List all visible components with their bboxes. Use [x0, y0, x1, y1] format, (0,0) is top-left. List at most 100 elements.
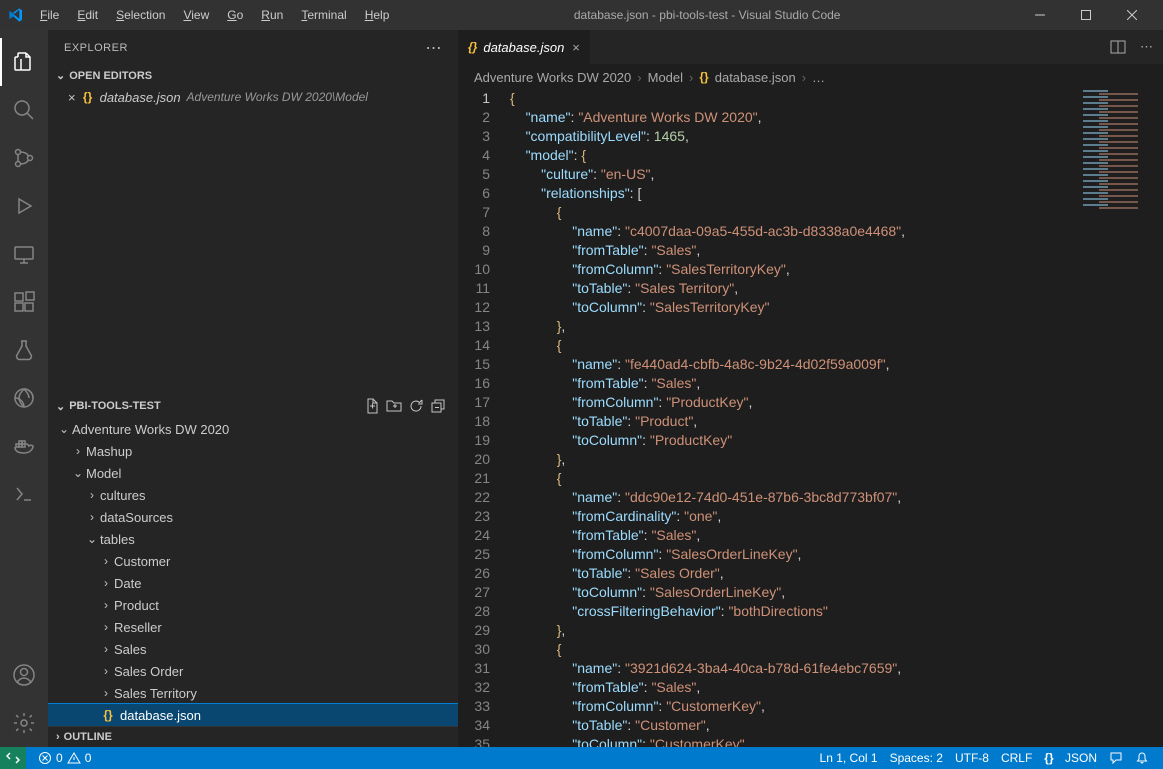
activity-extensions-icon[interactable] — [0, 278, 48, 326]
tree-item[interactable]: ⌄Model — [48, 462, 458, 484]
activity-console-icon[interactable] — [0, 470, 48, 518]
tree-item[interactable]: {} database.json — [48, 704, 458, 726]
tree-item[interactable]: ›Sales Territory — [48, 682, 458, 704]
menu-file[interactable]: File — [32, 4, 67, 26]
chevron-icon: › — [98, 576, 114, 590]
activity-source-control-icon[interactable] — [0, 134, 48, 182]
activity-remote-explorer-icon[interactable] — [0, 230, 48, 278]
status-bell-icon[interactable] — [1129, 751, 1155, 765]
tree-item[interactable]: ›Reseller — [48, 616, 458, 638]
chevron-icon: › — [98, 620, 114, 634]
menu-run[interactable]: Run — [253, 4, 291, 26]
tree-item[interactable]: ›Sales Order — [48, 660, 458, 682]
code-content[interactable]: { "name": "Adventure Works DW 2020", "co… — [504, 89, 1163, 747]
menu-edit[interactable]: Edit — [69, 4, 106, 26]
activity-docker-icon[interactable] — [0, 422, 48, 470]
chevron-icon: ⌄ — [70, 466, 86, 480]
tree-item[interactable]: ›Product — [48, 594, 458, 616]
chevron-icon: › — [84, 510, 100, 524]
window-title: database.json - pbi-tools-test - Visual … — [397, 8, 1017, 22]
editor-area: {} database.json × ⋯ Adventure Works DW … — [458, 30, 1163, 747]
status-feedback-icon[interactable] — [1103, 751, 1129, 765]
status-spaces[interactable]: Spaces: 2 — [884, 751, 949, 765]
tree-item[interactable]: ›cultures — [48, 484, 458, 506]
tree-item-label: cultures — [100, 488, 146, 503]
tree-item[interactable]: ⌄tables — [48, 528, 458, 550]
activity-search-icon[interactable] — [0, 86, 48, 134]
breadcrumbs[interactable]: Adventure Works DW 2020› Model› {} datab… — [458, 65, 1163, 89]
menu-view[interactable]: View — [175, 4, 217, 26]
new-file-icon[interactable] — [364, 398, 380, 414]
status-position[interactable]: Ln 1, Col 1 — [814, 751, 884, 765]
explorer-more-icon[interactable]: ⋯ — [426, 38, 443, 58]
tree-item[interactable]: ›Sales — [48, 638, 458, 660]
tree-item[interactable]: ›Customer — [48, 550, 458, 572]
activity-settings-icon[interactable] — [0, 699, 48, 747]
chevron-icon: ⌄ — [56, 422, 72, 436]
open-editor-filename: database.json — [100, 90, 181, 105]
activity-explorer-icon[interactable] — [0, 38, 48, 86]
activity-bar — [0, 30, 48, 747]
editor-tab-database[interactable]: {} database.json × — [458, 30, 591, 65]
json-file-icon: {} — [100, 708, 116, 722]
tree-item-label: Sales Order — [114, 664, 183, 679]
breadcrumb-item[interactable]: Model — [648, 70, 683, 85]
status-encoding[interactable]: UTF-8 — [949, 751, 995, 765]
chevron-icon: › — [98, 554, 114, 568]
window-maximize[interactable] — [1063, 0, 1109, 30]
tree-item-label: Reseller — [114, 620, 162, 635]
json-file-icon: {} — [468, 40, 477, 54]
activity-references-icon[interactable] — [0, 374, 48, 422]
tree-item-label: Customer — [114, 554, 170, 569]
breadcrumb-item[interactable]: database.json — [715, 70, 796, 85]
line-number-gutter: 1234567891011121314151617181920212223242… — [458, 89, 504, 747]
open-editors-header[interactable]: ⌄OPEN EDITORS — [48, 65, 458, 86]
split-editor-icon[interactable] — [1110, 39, 1126, 55]
status-language[interactable]: {} JSON — [1038, 751, 1103, 765]
collapse-all-icon[interactable] — [430, 398, 446, 414]
status-problems[interactable]: 0 0 — [32, 751, 97, 765]
minimap[interactable] — [1079, 89, 1149, 329]
tree-item[interactable]: ›dataSources — [48, 506, 458, 528]
menu-selection[interactable]: Selection — [108, 4, 173, 26]
chevron-icon: ⌄ — [84, 532, 100, 546]
chevron-icon: › — [98, 686, 114, 700]
activity-accounts-icon[interactable] — [0, 651, 48, 699]
window-close[interactable] — [1109, 0, 1155, 30]
refresh-icon[interactable] — [408, 398, 424, 414]
new-folder-icon[interactable] — [386, 398, 402, 414]
open-editor-item[interactable]: × {} database.json Adventure Works DW 20… — [48, 86, 458, 108]
status-bar: 0 0 Ln 1, Col 1 Spaces: 2 UTF-8 CRLF {} … — [0, 747, 1163, 769]
status-eol[interactable]: CRLF — [995, 751, 1038, 765]
code-editor[interactable]: 1234567891011121314151617181920212223242… — [458, 89, 1163, 747]
activity-testing-icon[interactable] — [0, 326, 48, 374]
window-minimize[interactable] — [1017, 0, 1063, 30]
tree-item-label: dataSources — [100, 510, 173, 525]
workspace-header[interactable]: ⌄PBI-TOOLS-TEST — [48, 394, 458, 418]
remote-button[interactable] — [0, 747, 26, 769]
breadcrumb-item[interactable]: … — [812, 70, 825, 85]
close-editor-icon[interactable]: × — [68, 90, 76, 105]
tree-item-label: Adventure Works DW 2020 — [72, 422, 229, 437]
menu-go[interactable]: Go — [219, 4, 251, 26]
tree-item-label: tables — [100, 532, 135, 547]
json-file-icon: {} — [699, 70, 708, 84]
menu-terminal[interactable]: Terminal — [293, 4, 354, 26]
vscode-logo-icon — [8, 7, 24, 23]
chevron-icon: › — [98, 664, 114, 678]
tree-item[interactable]: ⌄Adventure Works DW 2020 — [48, 418, 458, 440]
tree-item-label: Mashup — [86, 444, 132, 459]
open-editor-path: Adventure Works DW 2020\Model — [187, 90, 368, 104]
chevron-icon: › — [84, 488, 100, 502]
menu-help[interactable]: Help — [357, 4, 398, 26]
close-tab-icon[interactable]: × — [572, 40, 580, 55]
editor-more-icon[interactable]: ⋯ — [1140, 39, 1153, 55]
activity-debug-icon[interactable] — [0, 182, 48, 230]
outline-header[interactable]: ›OUTLINE — [48, 726, 458, 747]
breadcrumb-item[interactable]: Adventure Works DW 2020 — [474, 70, 631, 85]
tree-item-label: database.json — [120, 708, 201, 723]
explorer-title: EXPLORER — [64, 42, 128, 54]
tree-item[interactable]: ›Date — [48, 572, 458, 594]
tree-item[interactable]: ›Mashup — [48, 440, 458, 462]
title-bar: File Edit Selection View Go Run Terminal… — [0, 0, 1163, 30]
